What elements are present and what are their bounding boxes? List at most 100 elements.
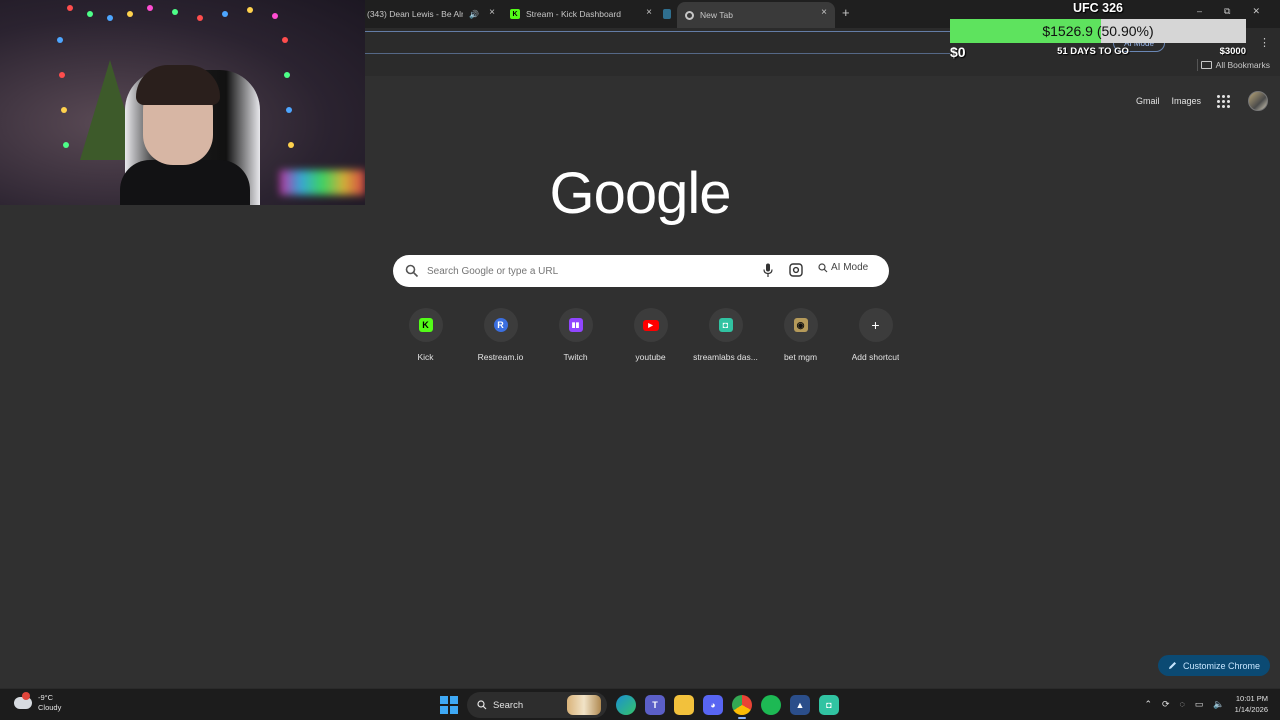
kick-icon: K bbox=[418, 318, 433, 332]
search-highlight-image bbox=[567, 695, 601, 715]
shortcut-kick[interactable]: K Kick bbox=[388, 308, 463, 362]
spotify-icon[interactable] bbox=[761, 695, 781, 715]
shortcut-add[interactable]: + Add shortcut bbox=[838, 308, 913, 362]
images-link[interactable]: Images bbox=[1171, 96, 1201, 106]
shortcut-youtube[interactable]: ▶ youtube bbox=[613, 308, 688, 362]
taskbar: -9°C Cloudy Search T ◕ ▲ ◘ ⌃ ⟳ ◌ ▭ 🔈 10:… bbox=[0, 688, 1280, 720]
omnibox-border bbox=[365, 53, 950, 54]
shortcut-tile: R bbox=[483, 308, 518, 342]
shortcut-streamlabs[interactable]: ◘ streamlabs das... bbox=[688, 308, 763, 362]
streamlabs-icon: ◘ bbox=[718, 318, 733, 332]
windows-start-icon[interactable] bbox=[440, 696, 458, 714]
tab-new-tab[interactable]: New Tab × bbox=[677, 2, 835, 28]
taskbar-search-label: Search bbox=[493, 699, 524, 711]
person-hair bbox=[136, 65, 220, 105]
clock-time: 10:01 PM bbox=[1235, 694, 1268, 703]
customize-chrome-button[interactable]: Customize Chrome bbox=[1157, 655, 1270, 676]
shortcut-label: youtube bbox=[635, 352, 666, 362]
cloud-icon bbox=[14, 692, 32, 709]
kick-icon: K bbox=[510, 9, 520, 19]
webcam-overlay bbox=[0, 0, 365, 205]
sync-icon[interactable]: ⟳ bbox=[1162, 699, 1170, 710]
goal-event-title: UFC 326 bbox=[1072, 1, 1124, 15]
clock[interactable]: 10:01 PM 1/14/2026 bbox=[1235, 693, 1268, 715]
close-icon[interactable]: × bbox=[489, 7, 495, 18]
goal-progress-bar: $1526.9 (50.90%) bbox=[950, 19, 1246, 43]
audio-icon[interactable]: 🔊 bbox=[469, 10, 479, 19]
twitch-icon: ▮▮ bbox=[568, 318, 583, 332]
file-explorer-icon[interactable] bbox=[674, 695, 694, 715]
mic-icon[interactable]: ◌ bbox=[1180, 699, 1185, 709]
shortcut-label: Restream.io bbox=[477, 352, 524, 362]
volume-icon[interactable]: 🔈 bbox=[1213, 699, 1224, 710]
weather-desc: Cloudy bbox=[38, 703, 62, 712]
google-lens-icon[interactable] bbox=[789, 263, 803, 277]
restream-icon: R bbox=[493, 318, 508, 332]
mic-icon[interactable] bbox=[763, 263, 773, 278]
goal-current-amount: $1526.9 (50.90%) bbox=[1042, 23, 1154, 39]
notification-badge bbox=[22, 692, 30, 700]
tab-kick-dashboard[interactable]: K Stream - Kick Dashboard × bbox=[510, 4, 652, 24]
clock-date: 1/14/2026 bbox=[1234, 705, 1268, 714]
tab-title: (343) Dean Lewis - Be Alrig bbox=[367, 9, 463, 19]
system-tray: ⌃ ⟳ ◌ ▭ 🔈 10:01 PM 1/14/2026 bbox=[1144, 693, 1268, 715]
shortcut-tile: ◉ bbox=[783, 308, 818, 342]
shortcut-label: Kick bbox=[417, 352, 434, 362]
tab-pinned-app[interactable] bbox=[663, 4, 677, 24]
ai-mode-label: AI Mode bbox=[831, 262, 869, 273]
apps-grid-icon[interactable] bbox=[1217, 94, 1230, 108]
plus-icon: + bbox=[871, 317, 880, 333]
network-icon[interactable]: ▭ bbox=[1195, 699, 1204, 710]
streamlabs-icon[interactable]: ◘ bbox=[819, 695, 839, 715]
weather-widget[interactable]: -9°C Cloudy bbox=[14, 692, 62, 713]
menu-icon[interactable]: ⋮ bbox=[1259, 36, 1270, 49]
edge-icon[interactable] bbox=[616, 695, 636, 715]
shortcuts-grid: K Kick R Restream.io ▮▮ Twitch ▶ youtube… bbox=[388, 308, 913, 362]
search-box[interactable]: AI Mode bbox=[393, 255, 889, 287]
chrome-icon bbox=[685, 10, 694, 20]
tab-youtube[interactable]: (343) Dean Lewis - Be Alrig 🔊 × bbox=[367, 4, 495, 24]
shortcut-label: Twitch bbox=[563, 352, 588, 362]
shortcut-tile: ◘ bbox=[708, 308, 743, 342]
avatar[interactable] bbox=[1248, 91, 1268, 111]
taskbar-apps: Search T ◕ ▲ ◘ bbox=[440, 692, 839, 719]
person-shirt bbox=[120, 160, 250, 205]
shortcut-label: bet mgm bbox=[783, 352, 818, 362]
search-icon bbox=[405, 264, 419, 278]
shortcut-tile: ▮▮ bbox=[558, 308, 593, 342]
teams-icon[interactable]: T bbox=[645, 695, 665, 715]
goal-days-left: 51 DAYS TO GO bbox=[1057, 46, 1129, 57]
ai-search-icon bbox=[818, 262, 828, 272]
betmgm-icon: ◉ bbox=[793, 318, 808, 332]
close-window-button[interactable]: ✕ bbox=[1252, 6, 1260, 17]
taskbar-search[interactable]: Search bbox=[467, 692, 607, 718]
goal-max: $3000 bbox=[1219, 46, 1246, 57]
chrome-icon[interactable] bbox=[732, 695, 752, 719]
search-icon bbox=[477, 700, 487, 710]
shortcut-label: streamlabs das... bbox=[693, 352, 758, 362]
shortcut-tile: ▶ bbox=[633, 308, 668, 342]
folder-icon bbox=[1200, 61, 1212, 69]
youtube-icon: ▶ bbox=[642, 319, 659, 331]
omnibox-border bbox=[365, 31, 950, 32]
close-icon[interactable]: × bbox=[646, 7, 652, 18]
shortcut-tile: + bbox=[858, 308, 893, 342]
chevron-up-icon[interactable]: ⌃ bbox=[1144, 699, 1152, 710]
new-tab-button[interactable]: + bbox=[842, 5, 850, 20]
search-input[interactable] bbox=[427, 262, 747, 280]
discord-icon[interactable]: ◕ bbox=[703, 695, 723, 715]
shortcut-tile: K bbox=[408, 308, 443, 342]
weather-temp: -9°C bbox=[38, 693, 54, 702]
gmail-link[interactable]: Gmail bbox=[1136, 96, 1160, 106]
close-icon[interactable]: × bbox=[821, 7, 827, 18]
customize-chrome-label: Customize Chrome bbox=[1182, 660, 1260, 671]
app-icon[interactable]: ▲ bbox=[790, 695, 810, 715]
shortcut-restream[interactable]: R Restream.io bbox=[463, 308, 538, 362]
google-logo: Google bbox=[549, 161, 731, 226]
tab-title: New Tab bbox=[700, 10, 733, 20]
ai-mode-button[interactable]: AI Mode bbox=[818, 262, 868, 273]
shortcut-betmgm[interactable]: ◉ bet mgm bbox=[763, 308, 838, 362]
top-links: Gmail Images bbox=[1136, 91, 1268, 111]
led-strip bbox=[280, 170, 365, 195]
shortcut-twitch[interactable]: ▮▮ Twitch bbox=[538, 308, 613, 362]
